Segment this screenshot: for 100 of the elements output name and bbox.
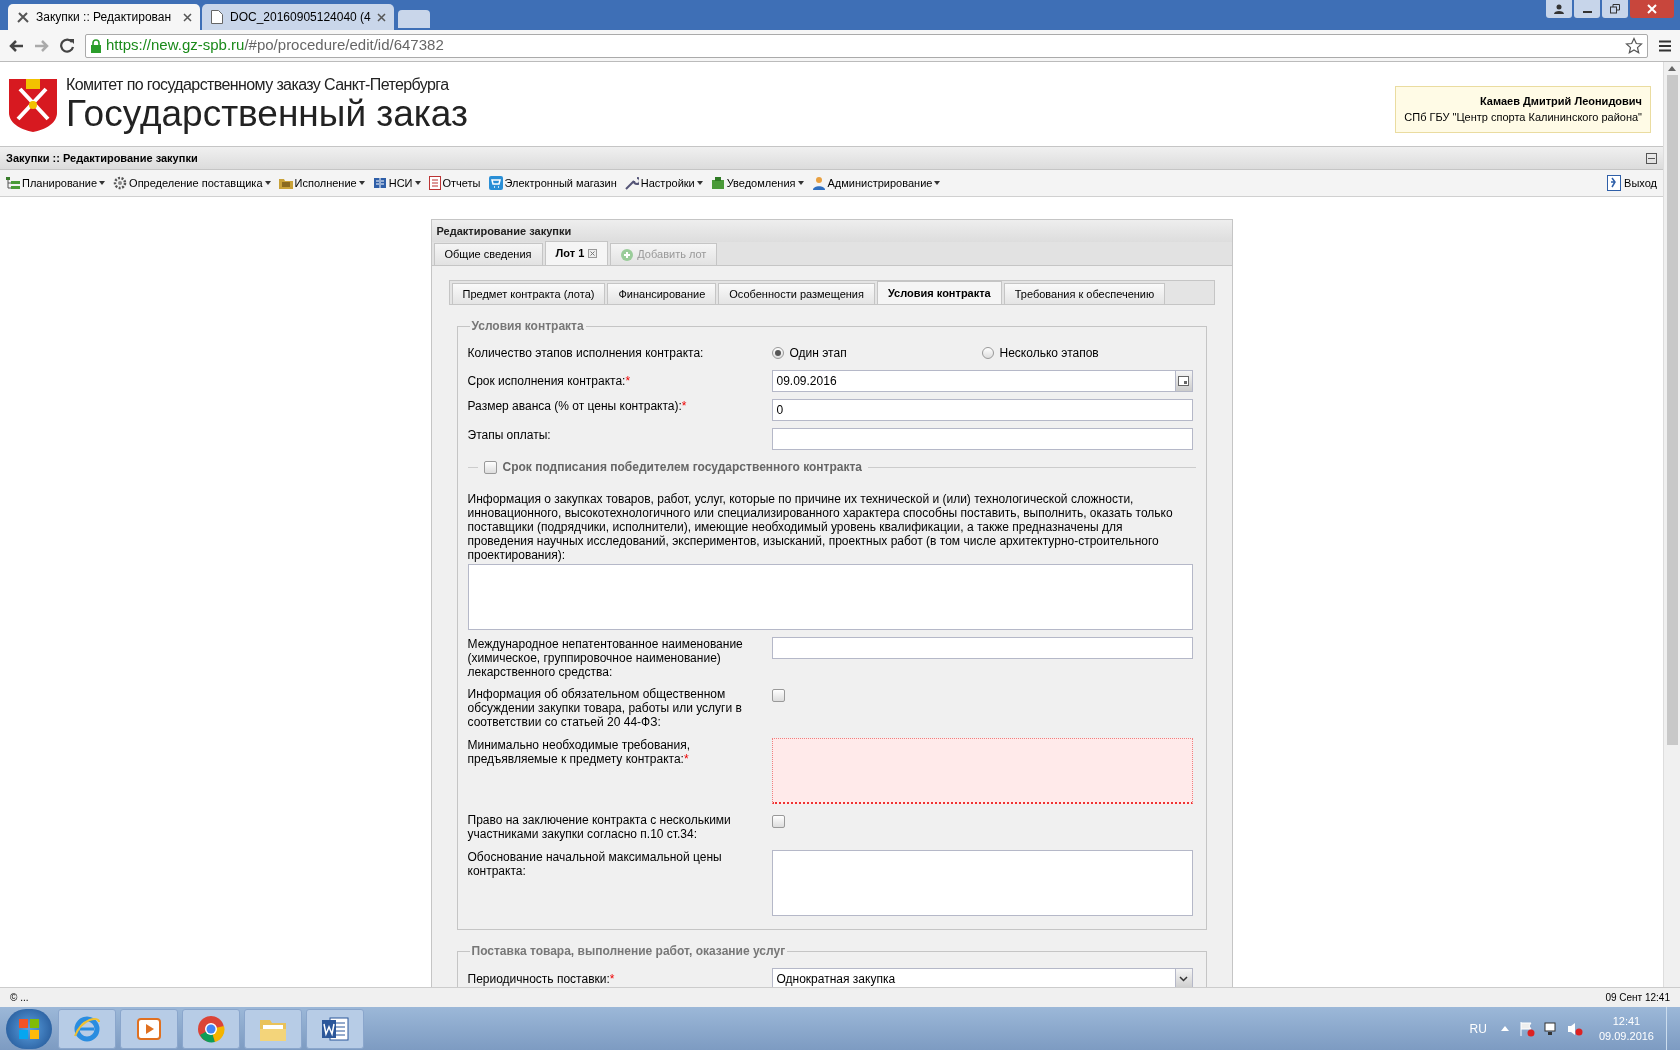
reload-icon[interactable] [60, 38, 75, 53]
tab[interactable]: Лот 1 [544, 241, 609, 265]
tab[interactable]: Финансирование [607, 283, 717, 304]
network-icon[interactable] [1542, 1020, 1559, 1037]
close-button[interactable] [1630, 0, 1674, 18]
close-icon[interactable] [588, 249, 598, 258]
menu-item[interactable]: Настройки [624, 174, 703, 192]
field-label: Количество этапов исполнения контракта: [467, 346, 705, 360]
plus-icon [621, 248, 634, 261]
tree-icon [6, 176, 20, 190]
book-icon [372, 176, 387, 190]
windows-logo [18, 1017, 40, 1040]
text-area[interactable] [771, 738, 1193, 804]
dropdown-field[interactable]: Однократная закупка [771, 968, 1193, 987]
tab[interactable]: Особенности размещения [718, 283, 875, 304]
site-title: Государственный заказ [66, 94, 468, 132]
menu-icon[interactable] [1658, 38, 1672, 53]
tab[interactable]: Предмет контракта (лота) [451, 283, 606, 304]
document-icon [210, 10, 224, 24]
field-label: Право на заключение контракта с несколькими участниками закупки согласно п.10 ст.34: [467, 813, 732, 841]
panel-title: Редактирование закупки [436, 223, 572, 239]
tab[interactable]: Требования к обеспечению [1003, 283, 1166, 304]
fieldset-title: Поставка товара, выполнение работ, оказание услуг [470, 943, 787, 960]
field-label: Обоснование начальной максимальной цены контракта: [467, 850, 723, 878]
user-icon [811, 176, 826, 190]
radio-option[interactable]: Несколько этапов [981, 344, 1192, 362]
browser-tab[interactable]: Закупки :: Редактирован [8, 4, 200, 30]
checkbox[interactable] [771, 815, 785, 828]
user-name: Камаев Дмитрий Леонидович [1480, 93, 1642, 109]
chrome-icon[interactable] [196, 1013, 226, 1044]
user-organization: СПб ГБУ "Центр спорта Калининского района" [1404, 110, 1642, 125]
caret-icon [696, 181, 703, 185]
close-icon[interactable] [377, 12, 386, 22]
caret-icon [264, 181, 271, 185]
field-label: Минимально необходимые требования, предъявляемые к предмету контракта:* [467, 738, 691, 766]
address-field[interactable]: https://new.gz-spb.ru/#po/procedure/edit/id/647382 [85, 33, 1648, 58]
lock-icon [90, 38, 102, 53]
radio-button[interactable] [981, 347, 994, 359]
chevron-down-icon[interactable] [1174, 969, 1192, 987]
forward-icon[interactable] [34, 38, 50, 53]
person-icon [1554, 4, 1564, 14]
notification-icon [710, 176, 725, 190]
menu-item[interactable]: Администрирование [811, 174, 941, 192]
radio-option[interactable]: Один этап [771, 344, 982, 362]
field-label: Информация об обязательном общественном обсуждении закупки товара, работы или услуги в соответствии со статьей 20 44-ФЗ: [467, 687, 743, 729]
text-field[interactable]: 0 [771, 399, 1193, 421]
checkbox[interactable] [771, 689, 785, 702]
cart-icon [488, 176, 503, 190]
back-icon[interactable] [8, 38, 24, 53]
scroll-up-icon[interactable] [1668, 66, 1676, 71]
organization-name: Комитет по государственному заказу Санкт-Петербурга [66, 76, 450, 93]
calendar-icon[interactable] [1174, 371, 1192, 391]
radio-button[interactable] [771, 347, 784, 359]
field-label: Срок исполнения контракта:* [467, 374, 632, 388]
start-button[interactable] [6, 1008, 52, 1049]
minimize-button[interactable] [1574, 0, 1600, 18]
menu-item[interactable]: Уведомления [710, 174, 804, 192]
caret-icon [797, 181, 804, 185]
menu-item[interactable]: Отчеты [428, 174, 481, 192]
speaker-muted-icon[interactable] [1566, 1020, 1583, 1037]
logout-link[interactable]: Выход [1607, 174, 1657, 192]
profile-button[interactable] [1546, 0, 1572, 18]
app-title: Закупки :: Редактирование закупки [6, 150, 198, 166]
close-icon[interactable] [183, 12, 192, 22]
text-field[interactable] [771, 428, 1193, 450]
menu-item[interactable]: Исполнение [278, 174, 365, 192]
text-field[interactable] [771, 637, 1193, 659]
close-icon [1647, 4, 1657, 14]
exit-icon [1607, 175, 1622, 191]
tab[interactable]: Условия контракта [876, 281, 1002, 304]
menu-item[interactable]: Определение поставщика [113, 174, 271, 192]
field-label: Этапы оплаты: [467, 428, 552, 442]
restore-icon [1610, 4, 1620, 14]
fieldset-title: Условия контракта [470, 318, 585, 335]
menu-item[interactable]: Планирование [6, 174, 106, 192]
date-field[interactable]: 09.09.2016 [771, 370, 1193, 392]
gear-icon [113, 176, 128, 190]
caret-icon [99, 181, 106, 185]
field-label: Международное непатентованное наименование (химическое, группировочное наименование) лекарственного средства: [467, 637, 744, 679]
field-label: Периодичность поставки:* [467, 972, 616, 986]
caret-icon [414, 181, 421, 185]
collapse-icon[interactable] [1646, 152, 1657, 164]
checkbox[interactable] [483, 460, 497, 474]
caret-icon [934, 181, 941, 185]
folder-icon [278, 176, 293, 190]
caret-up-icon[interactable] [1500, 1026, 1509, 1031]
scrollbar[interactable] [1663, 62, 1680, 987]
star-icon[interactable] [1625, 36, 1643, 55]
document-icon [428, 176, 441, 190]
wrench-icon [624, 176, 639, 190]
browser-tab[interactable]: DOC_20160905124040 (4 [202, 4, 394, 30]
menu-item[interactable]: Электронный магазин [488, 174, 617, 192]
flag-icon[interactable] [1518, 1020, 1535, 1037]
caret-icon [358, 181, 365, 185]
tab[interactable]: Общие сведения [433, 243, 543, 265]
restore-button[interactable] [1602, 0, 1628, 18]
field-label: Информация о закупках товаров, работ, услуг, которые по причине их технической и (или) технологической сложности, инновационного, высокотехнологичного или специализированного характера способны поставить, выполнить, оказать только поставщики (подрядчики, исполнители), имеющие необходимый уровень квалификации, а также предназначены для проведения научных исследований, экспериментов, изысканий, проектных работ (в том числе архитектурно-строительного проектирования): [467, 492, 1174, 562]
menu-item[interactable]: НСИ [372, 174, 421, 192]
group-title: Срок подписания победителем государственного контракта [502, 459, 862, 476]
field-label: Размер аванса (% от цены контракта):* [467, 399, 688, 413]
